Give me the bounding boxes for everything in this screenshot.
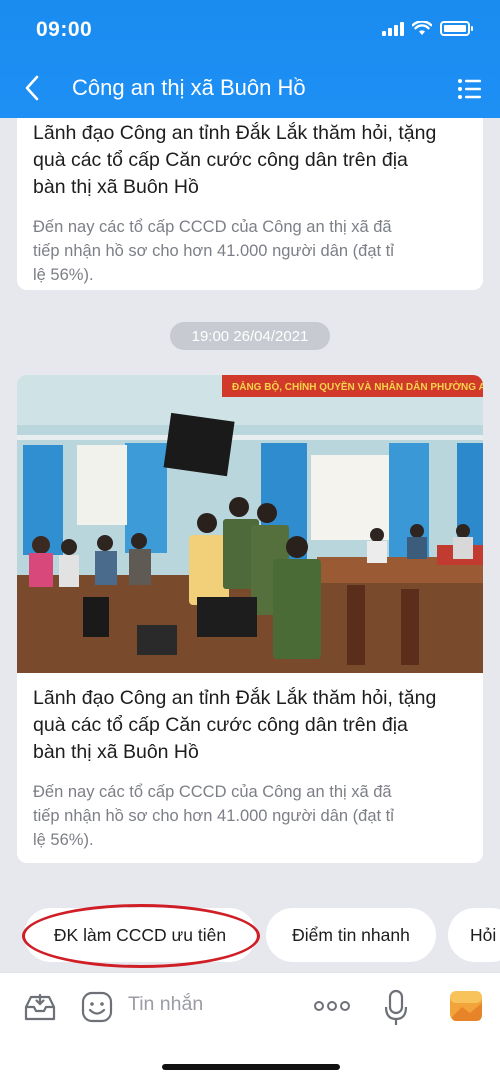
chevron-left-icon <box>25 75 39 101</box>
banner-text: ĐẢNG BỘ, CHÍNH QUYỀN VÀ NHÂN DÂN PHƯỜNG … <box>232 380 483 393</box>
more-options-icon[interactable] <box>313 999 351 1013</box>
list-menu-icon <box>458 79 481 99</box>
image-gallery-icon[interactable] <box>448 989 484 1023</box>
article-title: Lãnh đạo Công an tỉnh Đắk Lắk thăm hỏi, … <box>33 687 437 763</box>
battery-icon <box>440 20 473 36</box>
quick-reply-ask-label: Hỏi <box>470 924 497 945</box>
quick-reply-news[interactable]: Điểm tin nhanh <box>266 908 436 962</box>
status-time: 09:00 <box>36 18 93 41</box>
article-title: Lãnh đạo Công an tỉnh Đắk Lắk thăm hỏi, … <box>33 122 437 198</box>
article-description: Đến nay các tổ cấp CCCD của Công an thị … <box>33 783 394 849</box>
quick-reply-ask[interactable]: Hỏi <box>448 908 500 962</box>
article-card[interactable]: ĐẢNG BỘ, CHÍNH QUYỀN VÀ NHÂN DÂN PHƯỜNG … <box>17 375 483 863</box>
wifi-icon <box>412 20 432 35</box>
back-button[interactable] <box>18 72 46 104</box>
article-card[interactable]: Lãnh đạo Công an tỉnh Đắk Lắk thăm hỏi, … <box>17 118 483 290</box>
page-title: Công an thị xã Buôn Hồ <box>72 75 306 100</box>
menu-button[interactable] <box>454 74 486 104</box>
message-input[interactable]: Tin nhắn <box>128 993 203 1016</box>
article-description: Đến nay các tổ cấp CCCD của Công an thị … <box>33 218 394 284</box>
quick-replies: ĐK làm CCCD ưu tiên Điểm tin nhanh Hỏi <box>0 908 500 964</box>
signal-icon <box>382 20 404 36</box>
inbox-icon[interactable] <box>22 989 58 1025</box>
timestamp-badge: 19:00 26/04/2021 <box>170 322 330 350</box>
sticker-icon[interactable] <box>80 989 114 1025</box>
microphone-icon[interactable] <box>384 989 408 1027</box>
status-icons <box>382 20 473 36</box>
quick-reply-cccd-priority[interactable]: ĐK làm CCCD ưu tiên <box>24 908 256 962</box>
article-photo[interactable]: ĐẢNG BỘ, CHÍNH QUYỀN VÀ NHÂN DÂN PHƯỜNG … <box>17 375 483 673</box>
home-indicator <box>162 1064 340 1070</box>
header-bar: 09:00 Công an thị xã Buôn Hồ <box>0 0 500 118</box>
